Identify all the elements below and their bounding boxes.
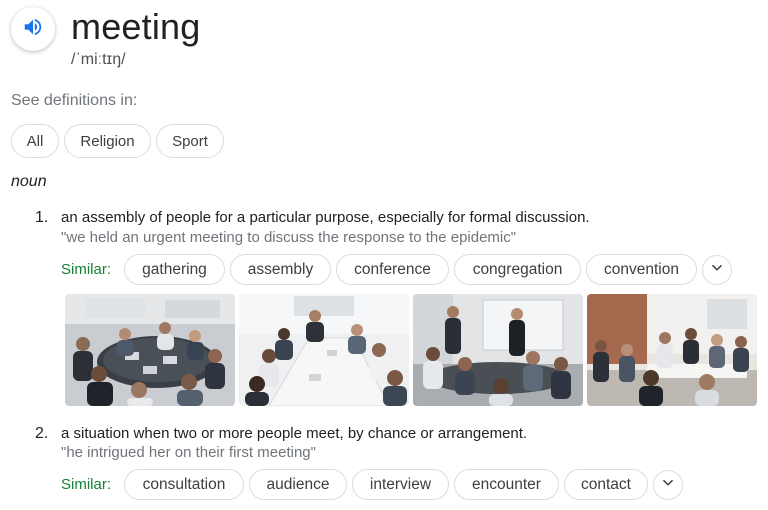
- meeting-image-2[interactable]: [239, 294, 409, 406]
- synonym-chip-encounter[interactable]: encounter: [454, 469, 559, 500]
- speaker-icon: [22, 16, 44, 43]
- chip-religion[interactable]: Religion: [64, 124, 151, 158]
- chip-sport[interactable]: Sport: [156, 124, 224, 158]
- meeting-image-3[interactable]: [413, 294, 583, 406]
- synonym-chip-consultation[interactable]: consultation: [124, 469, 244, 500]
- meeting-image-4[interactable]: [587, 294, 757, 406]
- sense-definition: a situation when two or more people meet…: [61, 425, 528, 442]
- sense-example: "we held an urgent meeting to discuss th…: [61, 229, 517, 246]
- sense-example: "he intrigued her on their first meeting…: [61, 444, 316, 461]
- see-definitions-label: See definitions in:: [11, 92, 138, 109]
- sense-definition: an assembly of people for a particular p…: [61, 209, 590, 226]
- synonym-chip-gathering[interactable]: gathering: [124, 254, 225, 285]
- part-of-speech: noun: [11, 173, 47, 190]
- synonym-chip-congregation[interactable]: congregation: [454, 254, 581, 285]
- expand-synonyms-button[interactable]: [653, 470, 683, 500]
- synonym-chip-convention[interactable]: convention: [586, 254, 697, 285]
- headword: meeting: [71, 6, 201, 47]
- sense-number: 2.: [35, 425, 49, 442]
- chevron-down-icon: [710, 261, 724, 280]
- similar-label: Similar:: [61, 476, 112, 493]
- synonym-chip-assembly[interactable]: assembly: [230, 254, 331, 285]
- synonym-chip-interview[interactable]: interview: [352, 469, 449, 500]
- synonym-chip-conference[interactable]: conference: [336, 254, 449, 285]
- pronunciation-speaker-button[interactable]: [11, 7, 55, 51]
- sense-number: 1.: [35, 209, 49, 226]
- similar-label: Similar:: [61, 261, 112, 278]
- expand-synonyms-button[interactable]: [702, 255, 732, 285]
- synonym-chip-contact[interactable]: contact: [564, 469, 648, 500]
- synonym-chip-audience[interactable]: audience: [249, 469, 347, 500]
- phonetic-transcription: /ˈmiːtɪŋ/: [71, 51, 126, 68]
- chip-all[interactable]: All: [11, 124, 59, 158]
- meeting-image-1[interactable]: [65, 294, 235, 406]
- chevron-down-icon: [661, 476, 675, 495]
